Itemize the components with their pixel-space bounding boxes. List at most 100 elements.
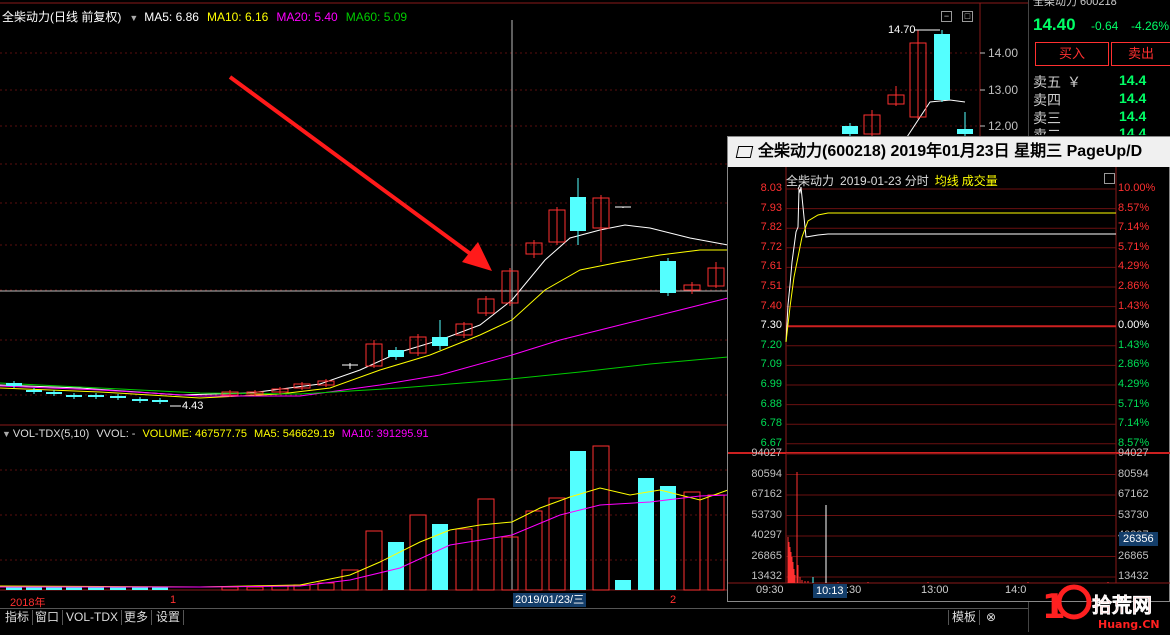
ob-level: 卖四 xyxy=(1033,92,1061,108)
time-tick-1400: 14:0 xyxy=(1005,584,1027,596)
vol-ma5-line xyxy=(0,487,729,588)
vol-tick-left: 94027 xyxy=(751,447,782,459)
buy-button[interactable]: 买入 xyxy=(1035,42,1109,66)
vvol-readout: VVOL: - xyxy=(96,428,136,440)
intraday-svg[interactable] xyxy=(728,137,1170,603)
price-tick: 7.20 xyxy=(760,338,782,351)
volume-bar xyxy=(455,528,473,591)
tab-indicator[interactable]: 指标 xyxy=(2,610,34,625)
tab-window[interactable]: 窗口 xyxy=(32,610,64,625)
volume-bar xyxy=(638,478,654,590)
chart-header: 全柴动力(日线 前复权) ▼ MA5: 6.86 MA10: 6.16 MA20: 5.… xyxy=(2,8,415,25)
close-panel-icon[interactable]: ⊗ xyxy=(983,610,999,625)
vol-ma10-line xyxy=(0,494,729,588)
vol-tick-left: 67162 xyxy=(751,488,782,500)
price-tick: 7.93 xyxy=(760,201,782,214)
stock-title: 全柴动力(日线 前复权) xyxy=(2,10,122,24)
ma20-line xyxy=(0,297,729,397)
volume-bar xyxy=(501,536,519,591)
pct-tick: 8.57% xyxy=(1118,201,1150,214)
vol-tick-right: 94027 xyxy=(1118,447,1149,459)
vol-tick-left: 13432 xyxy=(751,570,782,582)
avg-line-label: 均线 xyxy=(934,174,959,188)
top-strip xyxy=(0,0,1028,4)
window-minimize-icon[interactable]: − xyxy=(941,11,952,22)
ob-price: 14.4 xyxy=(1119,72,1147,88)
high-price-label: 14.70 xyxy=(888,24,916,36)
ob-level: 卖二 xyxy=(1033,127,1061,135)
chevron-icon[interactable]: ▼ xyxy=(129,13,138,23)
price-tick: 8.03 xyxy=(760,182,782,194)
price-axis-14: 14.00 xyxy=(988,46,1019,60)
ob-price: 14.4 xyxy=(1119,108,1147,124)
vol-indicator: VOL-TDX(5,10) xyxy=(12,428,90,440)
svg-text:拾荒网: 拾荒网 xyxy=(1092,593,1152,617)
annotation-arrow xyxy=(228,75,492,271)
pct-tick: 5.71% xyxy=(1118,240,1150,253)
volume-header: ▼ VOL-TDX(5,10) VVOL: - VOLUME: 467577.75 MA… xyxy=(2,428,436,440)
price-tick: 6.78 xyxy=(760,417,782,430)
volume-bar xyxy=(409,514,427,591)
window-restore-icon[interactable]: □ xyxy=(962,11,973,22)
tab-template[interactable]: 模板 xyxy=(948,610,981,625)
candle-body xyxy=(132,399,148,401)
chevron-icon-vol[interactable]: ▼ xyxy=(2,429,11,439)
order-book-row: 卖三 14.4 xyxy=(1033,108,1170,126)
volume-bar xyxy=(660,486,676,590)
volume-bar xyxy=(548,497,566,591)
vol-tick-left: 26865 xyxy=(751,549,782,562)
volume-bar xyxy=(477,498,495,591)
ma20-readout: MA20: 5.40 xyxy=(276,10,338,24)
volume-bar xyxy=(525,510,543,591)
vol-tick-right: 53730 xyxy=(1118,508,1149,521)
vol-tick-right: 26865 xyxy=(1118,549,1149,562)
order-book-row: 卖二 14.4 xyxy=(1033,125,1170,135)
pct-tick: 4.29% xyxy=(1118,260,1150,273)
svg-text:Huang.CN: Huang.CN xyxy=(1098,618,1160,631)
svg-text:1: 1 xyxy=(1042,587,1066,627)
intraday-popup[interactable]: 全柴动力(600218) 2019年01月23日 星期三 PageUp/D 全柴… xyxy=(727,136,1170,602)
popup-subtitle: 全柴动力 2019-01-23 分时 均线 成交量 xyxy=(786,172,1004,189)
candle-body xyxy=(432,337,448,346)
candle-body xyxy=(88,395,104,397)
volume-readout: VOLUME: 467577.75 xyxy=(142,428,248,440)
volume-label: 成交量 xyxy=(961,174,998,188)
candle-body xyxy=(152,400,168,402)
price-tick: 7.61 xyxy=(760,260,782,273)
intraday-volume xyxy=(787,472,1109,583)
volume-bar xyxy=(388,542,404,590)
yen-icon: ￥ xyxy=(1067,74,1081,90)
order-book-row: 卖五 ￥ 14.4 xyxy=(1033,72,1170,90)
popup-maximize-icon[interactable] xyxy=(1104,173,1115,184)
quote-title: 全柴动力 600218 xyxy=(1033,0,1117,8)
ob-price: 14.4 xyxy=(1119,90,1147,106)
volume-bar xyxy=(570,451,586,590)
ma10-readout: MA10: 6.16 xyxy=(206,10,269,24)
volume-bar xyxy=(615,580,631,590)
pct-tick: 7.14% xyxy=(1118,221,1150,234)
price-change: -0.64 xyxy=(1091,19,1119,33)
tab-settings[interactable]: 设置 xyxy=(153,610,185,625)
pct-tick: 2.86% xyxy=(1118,358,1150,371)
time-tick-0930: 09:30 xyxy=(756,584,784,596)
tab-vol-tdx[interactable]: VOL-TDX xyxy=(63,610,123,625)
sell-button[interactable]: 卖出 xyxy=(1111,42,1170,66)
time-tick-1300: 13:00 xyxy=(921,584,949,596)
pct-tick: 4.29% xyxy=(1118,378,1150,390)
ma60-readout: MA60: 5.09 xyxy=(345,10,408,24)
price-change-pct: -4.26% xyxy=(1131,19,1170,33)
pct-tick: 10.00% xyxy=(1118,182,1156,194)
cursor-date-label: 2019/01/23/三 xyxy=(513,593,587,607)
month-label-2: 2 xyxy=(670,594,677,606)
volume-bar xyxy=(707,494,725,591)
price-axis-13: 13.00 xyxy=(988,83,1019,97)
vol-ma10-readout: MA10: 391295.91 xyxy=(341,428,429,440)
ma5-line xyxy=(0,224,729,396)
ob-level: 卖五 xyxy=(1033,74,1061,90)
popup-date: 2019-01-23 分时 xyxy=(840,174,929,188)
ma10-line xyxy=(0,249,728,399)
tab-more[interactable]: 更多 xyxy=(121,610,153,625)
pct-tick: 1.43% xyxy=(1118,299,1150,312)
avg-price-line xyxy=(785,212,1116,343)
candle-body xyxy=(66,395,82,397)
